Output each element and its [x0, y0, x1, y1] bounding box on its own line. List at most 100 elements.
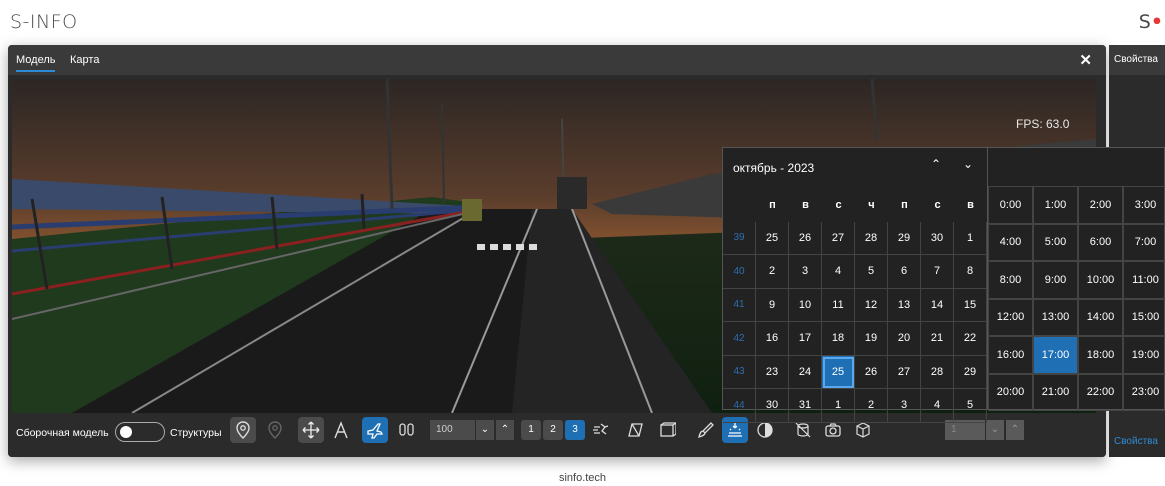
section-box-icon[interactable] [654, 417, 680, 443]
calendar-day[interactable]: 2 [756, 255, 789, 289]
calendar-day[interactable]: 30 [756, 389, 789, 423]
app-logo-mark: S• [1139, 11, 1163, 33]
assembly-model-toggle[interactable] [115, 422, 165, 442]
calendar-day[interactable]: 14 [921, 288, 954, 322]
time-slot[interactable]: 20:00 [988, 373, 1033, 411]
calendar-day[interactable]: 13 [888, 288, 921, 322]
calendar-day[interactable]: 2 [855, 389, 888, 423]
calendar-day[interactable]: 19 [855, 322, 888, 356]
properties-footer-link[interactable]: Свойства [1114, 436, 1158, 447]
time-picker: 0:00 1:00 2:00 3:00 4:00 5:00 6:00 7:00 8:00 9:00… [987, 147, 1165, 411]
calendar-day[interactable]: 27 [822, 221, 855, 255]
time-slot[interactable]: 12:00 [988, 298, 1033, 336]
time-slot[interactable]: 10:00 [1078, 261, 1123, 299]
time-slot[interactable]: 11:00 [1123, 261, 1165, 299]
level-3-button[interactable]: 3 [565, 420, 585, 440]
tab-map[interactable]: Карта [70, 54, 99, 66]
calendar-day[interactable]: 28 [855, 221, 888, 255]
time-slot[interactable]: 17:00 [1033, 336, 1078, 374]
calendar-day[interactable]: 16 [756, 322, 789, 356]
calendar-day[interactable]: 21 [921, 322, 954, 356]
time-slot[interactable]: 19:00 [1123, 336, 1165, 374]
calendar-day[interactable]: 12 [855, 288, 888, 322]
floor-level-input[interactable]: 1 [945, 420, 985, 440]
time-slot[interactable]: 5:00 [1033, 223, 1078, 261]
calendar-day[interactable]: 27 [888, 355, 921, 389]
chevron-up-icon[interactable]: ⌃ [931, 157, 941, 171]
time-slot[interactable]: 21:00 [1033, 373, 1078, 411]
weekday-label: п [901, 198, 908, 211]
measure-angle-icon[interactable] [328, 417, 354, 443]
calendar-day[interactable]: 23 [756, 355, 789, 389]
calendar-day[interactable]: 30 [921, 221, 954, 255]
calendar-day[interactable]: 6 [888, 255, 921, 289]
calendar-day[interactable]: 1 [822, 389, 855, 423]
paint-brush-icon[interactable] [692, 417, 718, 443]
week-number-header [723, 188, 756, 222]
chevron-up-icon[interactable]: ⌃ [496, 420, 514, 440]
calendar-month-title[interactable]: октябрь - 2023 [733, 161, 814, 175]
calendar-day[interactable]: 9 [756, 288, 789, 322]
calendar-day[interactable]: 5 [954, 389, 987, 423]
calendar-day[interactable]: 10 [789, 288, 822, 322]
time-slot[interactable]: 2:00 [1078, 186, 1123, 224]
calendar-day[interactable]: 1 [954, 221, 987, 255]
move-cursor-icon[interactable] [298, 417, 324, 443]
calendar-day[interactable]: 4 [921, 389, 954, 423]
speed-input[interactable]: 100 [430, 420, 475, 440]
calendar-day[interactable]: 20 [888, 322, 921, 356]
time-slot[interactable]: 22:00 [1078, 373, 1123, 411]
level-1-button[interactable]: 1 [521, 420, 541, 440]
properties-header[interactable]: Свойства [1109, 45, 1165, 75]
time-slot[interactable]: 1:00 [1033, 186, 1078, 224]
calendar-day[interactable]: 24 [789, 355, 822, 389]
calendar-day[interactable]: 3 [789, 255, 822, 289]
calendar-day[interactable]: 11 [822, 288, 855, 322]
calendar-day[interactable]: 18 [822, 322, 855, 356]
calendar-day[interactable]: 25 [822, 355, 855, 389]
time-slot[interactable]: 0:00 [988, 186, 1033, 224]
chevron-down-icon[interactable]: ⌄ [476, 420, 494, 440]
section-plane-icon[interactable] [622, 417, 648, 443]
calendar-day[interactable]: 28 [921, 355, 954, 389]
calendar-day[interactable]: 17 [789, 322, 822, 356]
calendar-day[interactable]: 29 [954, 355, 987, 389]
time-slot[interactable]: 4:00 [988, 223, 1033, 261]
calendar-day[interactable]: 26 [855, 355, 888, 389]
calendar-day[interactable]: 31 [789, 389, 822, 423]
walk-mode-icon[interactable] [394, 417, 420, 443]
time-slot[interactable]: 14:00 [1078, 298, 1123, 336]
time-slot[interactable]: 16:00 [988, 336, 1033, 374]
chevron-up-icon[interactable]: ⌃ [1006, 420, 1024, 440]
time-slot[interactable]: 15:00 [1123, 298, 1165, 336]
calendar-day[interactable]: 4 [822, 255, 855, 289]
close-icon[interactable]: ✕ [1079, 51, 1092, 69]
calendar-day[interactable]: 8 [954, 255, 987, 289]
footer-site-link[interactable]: sinfo.tech [0, 472, 1165, 484]
time-slot[interactable]: 18:00 [1078, 336, 1123, 374]
calendar-day[interactable]: 22 [954, 322, 987, 356]
location-pin-icon[interactable] [230, 417, 256, 443]
location-pin-off-icon[interactable] [262, 417, 288, 443]
time-slot[interactable]: 3:00 [1123, 186, 1165, 224]
time-slot[interactable]: 9:00 [1033, 261, 1078, 299]
tab-model[interactable]: Модель [16, 54, 56, 72]
calendar-day[interactable]: 26 [789, 221, 822, 255]
time-slot[interactable]: 13:00 [1033, 298, 1078, 336]
calendar-day[interactable]: 29 [888, 221, 921, 255]
weekday-label: с [835, 198, 842, 211]
fly-mode-icon[interactable] [362, 417, 388, 443]
calendar-day[interactable]: 5 [855, 255, 888, 289]
chevron-down-icon[interactable]: ⌄ [963, 157, 973, 171]
chevron-down-icon[interactable]: ⌄ [986, 420, 1004, 440]
calendar-day[interactable]: 25 [756, 221, 789, 255]
time-slot[interactable]: 23:00 [1123, 373, 1165, 411]
time-slot[interactable]: 8:00 [988, 261, 1033, 299]
level-2-button[interactable]: 2 [543, 420, 563, 440]
calendar-day[interactable]: 3 [888, 389, 921, 423]
calendar-day[interactable]: 15 [954, 288, 987, 322]
calendar-day[interactable]: 7 [921, 255, 954, 289]
run-speed-icon[interactable] [588, 417, 614, 443]
time-slot[interactable]: 7:00 [1123, 223, 1165, 261]
time-slot[interactable]: 6:00 [1078, 223, 1123, 261]
